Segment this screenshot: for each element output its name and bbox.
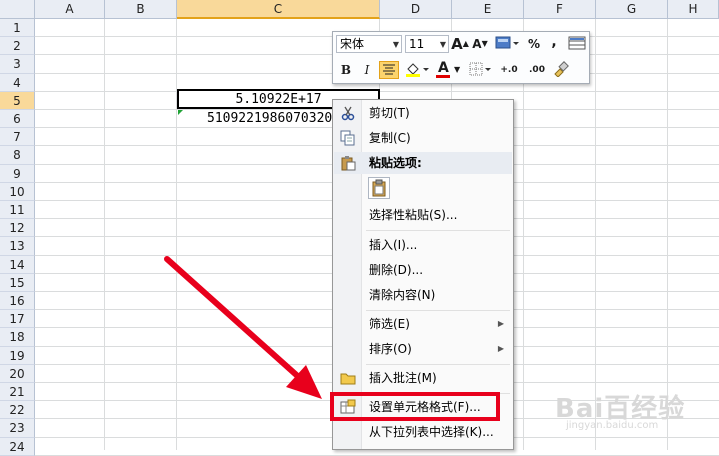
watermark-url: jingyan.baidu.com [566, 420, 659, 431]
red-arrow-annotation [164, 256, 322, 399]
